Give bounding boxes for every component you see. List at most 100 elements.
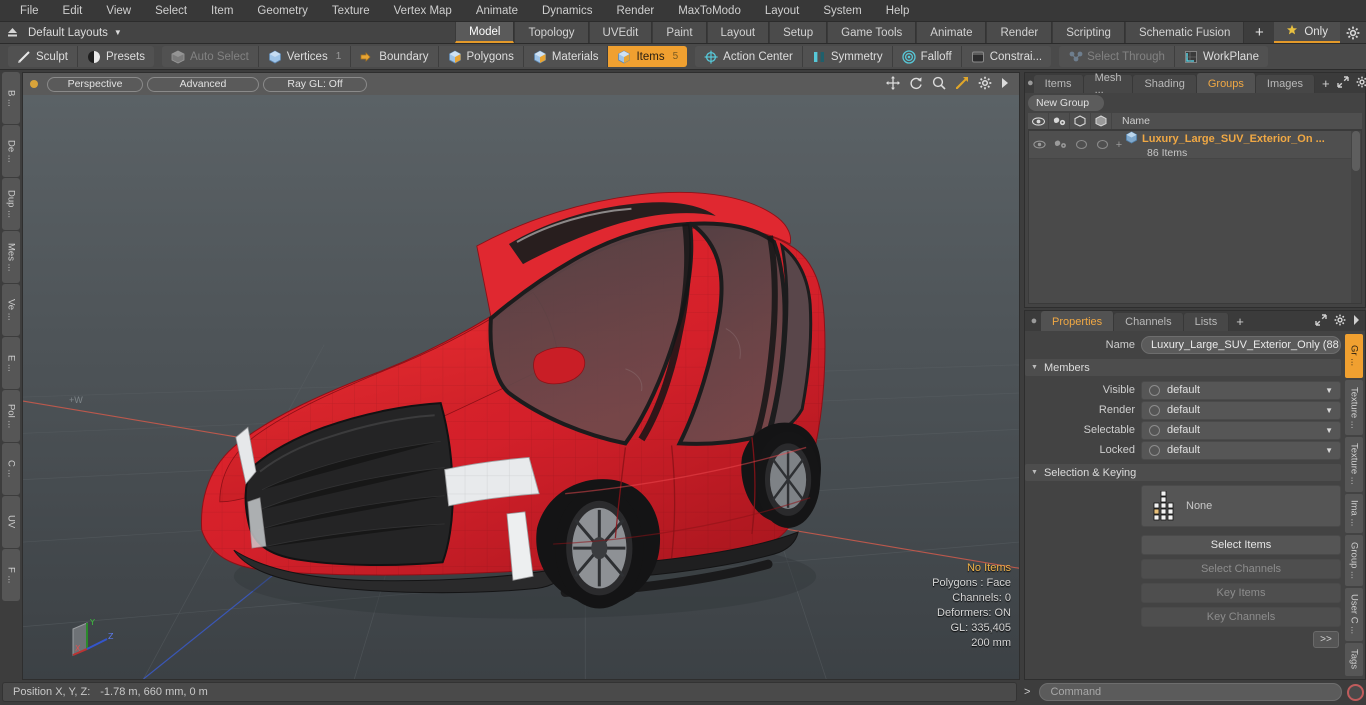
menu-item-animate[interactable]: Animate [464, 0, 530, 22]
mode-button-symmetry[interactable]: Symmetry [802, 46, 893, 67]
zoom-icon[interactable] [932, 76, 946, 93]
group-list-body[interactable]: + Luxury_Large_SUV_Exterior_On ... 86 Item… [1028, 130, 1362, 304]
layout-tab-setup[interactable]: Setup [769, 22, 828, 43]
maximize-icon[interactable] [1336, 75, 1349, 91]
gear-icon[interactable] [1356, 76, 1366, 91]
state-circle-icon[interactable] [1149, 384, 1160, 396]
mode-button-constrai[interactable]: Constrai... [961, 46, 1052, 67]
gear-icon[interactable] [978, 76, 992, 93]
right-tab-3[interactable]: Ima ... [1345, 493, 1363, 534]
keying-set-field[interactable]: None [1141, 485, 1341, 527]
panel-tab-properties[interactable]: Properties [1041, 311, 1115, 331]
button-select-items[interactable]: Select Items [1141, 535, 1341, 555]
arrow-right-icon[interactable] [1353, 314, 1360, 328]
layout-tab-scripting[interactable]: Scripting [1052, 22, 1125, 43]
right-tab-2[interactable]: Texture ... [1345, 436, 1363, 492]
right-tab-6[interactable]: Tags [1345, 642, 1363, 677]
view-mode-button[interactable]: Perspective [47, 76, 143, 92]
left-tab-1[interactable]: De ... [2, 125, 20, 177]
mode-button-vertices[interactable]: Vertices 1 [258, 46, 352, 67]
panel-menu-dot[interactable]: ● [1027, 311, 1041, 331]
rotate-icon[interactable] [909, 76, 923, 93]
left-tab-7[interactable]: C ... [2, 443, 20, 495]
mode-button-items[interactable]: Items 5 [608, 46, 688, 67]
mode-button-polygons[interactable]: Polygons [438, 46, 524, 67]
right-tab-4[interactable]: Group ... [1345, 535, 1363, 586]
shading-mode-button[interactable]: Advanced [147, 76, 259, 92]
members-section-header[interactable]: ▼ Members [1025, 359, 1341, 376]
arrow-right-icon[interactable] [1001, 77, 1009, 92]
left-tab-9[interactable]: F ... [2, 549, 20, 601]
menu-item-help[interactable]: Help [874, 0, 922, 22]
record-icon[interactable] [1347, 683, 1364, 701]
left-tab-5[interactable]: E ... [2, 337, 20, 389]
menu-item-vertex-map[interactable]: Vertex Map [382, 0, 464, 22]
eye-icon[interactable] [1028, 113, 1049, 129]
layout-tab-schematic-fusion[interactable]: Schematic Fusion [1124, 22, 1245, 43]
menu-item-maxtomodo[interactable]: MaxToModo [666, 0, 753, 22]
left-tab-0[interactable]: B ... [2, 72, 20, 124]
mode-button-boundary[interactable]: Boundary [351, 46, 439, 67]
more-button[interactable]: >> [1313, 631, 1339, 648]
mode-button-sculpt[interactable]: Sculpt [8, 46, 78, 67]
row-shade-toggle[interactable] [1071, 131, 1092, 158]
shade-icon[interactable] [1070, 113, 1091, 129]
menu-item-dynamics[interactable]: Dynamics [530, 0, 604, 22]
mode-button-workplane[interactable]: WorkPlane [1174, 46, 1268, 67]
menu-item-texture[interactable]: Texture [320, 0, 382, 22]
mode-button-action-center[interactable]: Action Center [695, 46, 803, 67]
add-properties-tab-button[interactable]: + [1229, 311, 1251, 331]
gear-icon[interactable] [1334, 314, 1346, 329]
only-toggle[interactable]: Only [1274, 22, 1340, 43]
state-circle-icon[interactable] [1149, 444, 1160, 456]
wire-icon[interactable] [1091, 113, 1112, 129]
row-render-icon[interactable] [1050, 131, 1071, 158]
menu-item-file[interactable]: File [8, 0, 51, 22]
group-list-scrollbar[interactable] [1351, 131, 1361, 303]
add-layout-tab-button[interactable]: + [1244, 22, 1275, 43]
layout-tab-game-tools[interactable]: Game Tools [827, 22, 917, 43]
name-field[interactable]: Luxury_Large_SUV_Exterior_Only (88 [1141, 336, 1341, 354]
command-input[interactable]: Command [1039, 683, 1342, 701]
mode-button-auto-select[interactable]: Auto Select [161, 46, 259, 67]
layout-name[interactable]: Default Layouts ▼ [24, 22, 132, 43]
menu-item-geometry[interactable]: Geometry [245, 0, 320, 22]
menu-item-render[interactable]: Render [604, 0, 666, 22]
state-circle-icon[interactable] [1149, 404, 1160, 416]
panel-tab-shading[interactable]: Shading [1133, 75, 1197, 93]
layout-tab-layout[interactable]: Layout [706, 22, 770, 43]
mode-button-select-through[interactable]: Select Through [1059, 46, 1175, 67]
menu-item-item[interactable]: Item [199, 0, 245, 22]
property-dropdown-render[interactable]: default ▼ [1141, 400, 1341, 420]
3d-viewport[interactable]: +W No Items Polygons : Face Channels: 0 … [23, 95, 1019, 679]
row-eye-icon[interactable] [1029, 131, 1050, 158]
mode-button-falloff[interactable]: Falloff [892, 46, 962, 67]
panel-tab-items[interactable]: Items [1033, 75, 1084, 93]
render-icon[interactable] [1049, 113, 1070, 129]
layout-tab-render[interactable]: Render [986, 22, 1053, 43]
table-row[interactable]: + Luxury_Large_SUV_Exterior_On ... 86 Item… [1029, 131, 1361, 159]
collapse-layout-icon[interactable] [0, 22, 24, 43]
left-tab-8[interactable]: UV [2, 496, 20, 548]
row-expander[interactable]: + [1113, 139, 1125, 151]
menu-item-edit[interactable]: Edit [51, 0, 95, 22]
panel-tab-groups[interactable]: Groups [1196, 73, 1256, 93]
panel-tab-mesh[interactable]: Mesh ... [1083, 72, 1134, 96]
right-tab-1[interactable]: Texture ... [1345, 380, 1363, 435]
panel-tab-channels[interactable]: Channels [1114, 313, 1184, 331]
left-tab-6[interactable]: Pol ... [2, 390, 20, 442]
maximize-icon[interactable] [1315, 313, 1327, 329]
add-panel-tab-button[interactable]: + [1315, 73, 1337, 93]
menu-item-layout[interactable]: Layout [753, 0, 812, 22]
left-tab-2[interactable]: Dup ... [2, 178, 20, 230]
fit-icon[interactable] [955, 76, 969, 93]
row-wire-toggle[interactable] [1092, 131, 1113, 158]
property-dropdown-locked[interactable]: default ▼ [1141, 440, 1341, 460]
property-dropdown-visible[interactable]: default ▼ [1141, 380, 1341, 400]
viewport-menu-dot[interactable] [30, 80, 38, 88]
layout-tab-uvedit[interactable]: UVEdit [588, 22, 653, 43]
right-tab-5[interactable]: User C ... [1345, 587, 1363, 641]
panel-tab-images[interactable]: Images [1255, 75, 1315, 93]
menu-item-view[interactable]: View [94, 0, 143, 22]
right-tab-0[interactable]: Gr ... [1345, 334, 1363, 378]
